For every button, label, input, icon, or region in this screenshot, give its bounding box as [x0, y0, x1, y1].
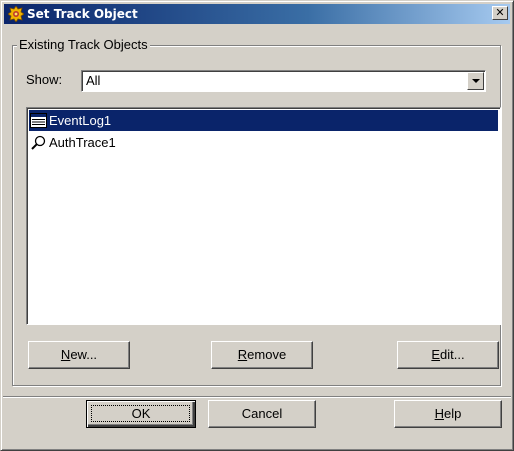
help-button-mnemonic: H: [434, 406, 445, 421]
set-track-object-dialog: Set Track Object ✕ Existing Track Object…: [0, 0, 514, 451]
edit-button[interactable]: Edit...: [397, 341, 499, 369]
close-icon: ✕: [495, 6, 505, 19]
cancel-button[interactable]: Cancel: [208, 400, 316, 428]
help-button-label: elp: [444, 406, 462, 421]
close-button[interactable]: ✕: [492, 6, 508, 20]
app-gear-icon: [8, 6, 24, 22]
focus-rectangle: [91, 405, 190, 422]
group-legend: Existing Track Objects: [17, 37, 150, 53]
window-title: Set Track Object: [27, 7, 138, 21]
ok-button[interactable]: OK: [86, 400, 196, 428]
cancel-button-label: Cancel: [241, 406, 283, 421]
edit-button-mnemonic: E: [431, 347, 441, 362]
show-label: Show:: [26, 72, 63, 87]
list-item-label: EventLog1: [49, 113, 112, 128]
list-item[interactable]: EventLog1: [29, 110, 498, 131]
chevron-down-icon[interactable]: [467, 72, 484, 90]
event-log-icon: [30, 113, 47, 128]
new-button-mnemonic: N: [60, 347, 71, 362]
show-combobox-value: All: [86, 73, 101, 88]
edit-button-label: dit...: [440, 347, 465, 362]
title-bar[interactable]: Set Track Object ✕: [4, 4, 510, 24]
remove-button-mnemonic: R: [237, 347, 248, 362]
list-item[interactable]: AuthTrace1: [29, 132, 498, 153]
separator: [3, 396, 511, 398]
list-item-label: AuthTrace1: [49, 135, 116, 150]
remove-button-label: emove: [247, 347, 287, 362]
magnifier-icon: [31, 135, 46, 150]
show-combobox[interactable]: All: [81, 70, 486, 92]
new-button-label: ew...: [70, 347, 98, 362]
remove-button[interactable]: Remove: [211, 341, 313, 369]
help-button[interactable]: Help: [394, 400, 502, 428]
new-button[interactable]: New...: [28, 341, 130, 369]
track-objects-list[interactable]: EventLog1 AuthTrace1: [26, 107, 501, 325]
